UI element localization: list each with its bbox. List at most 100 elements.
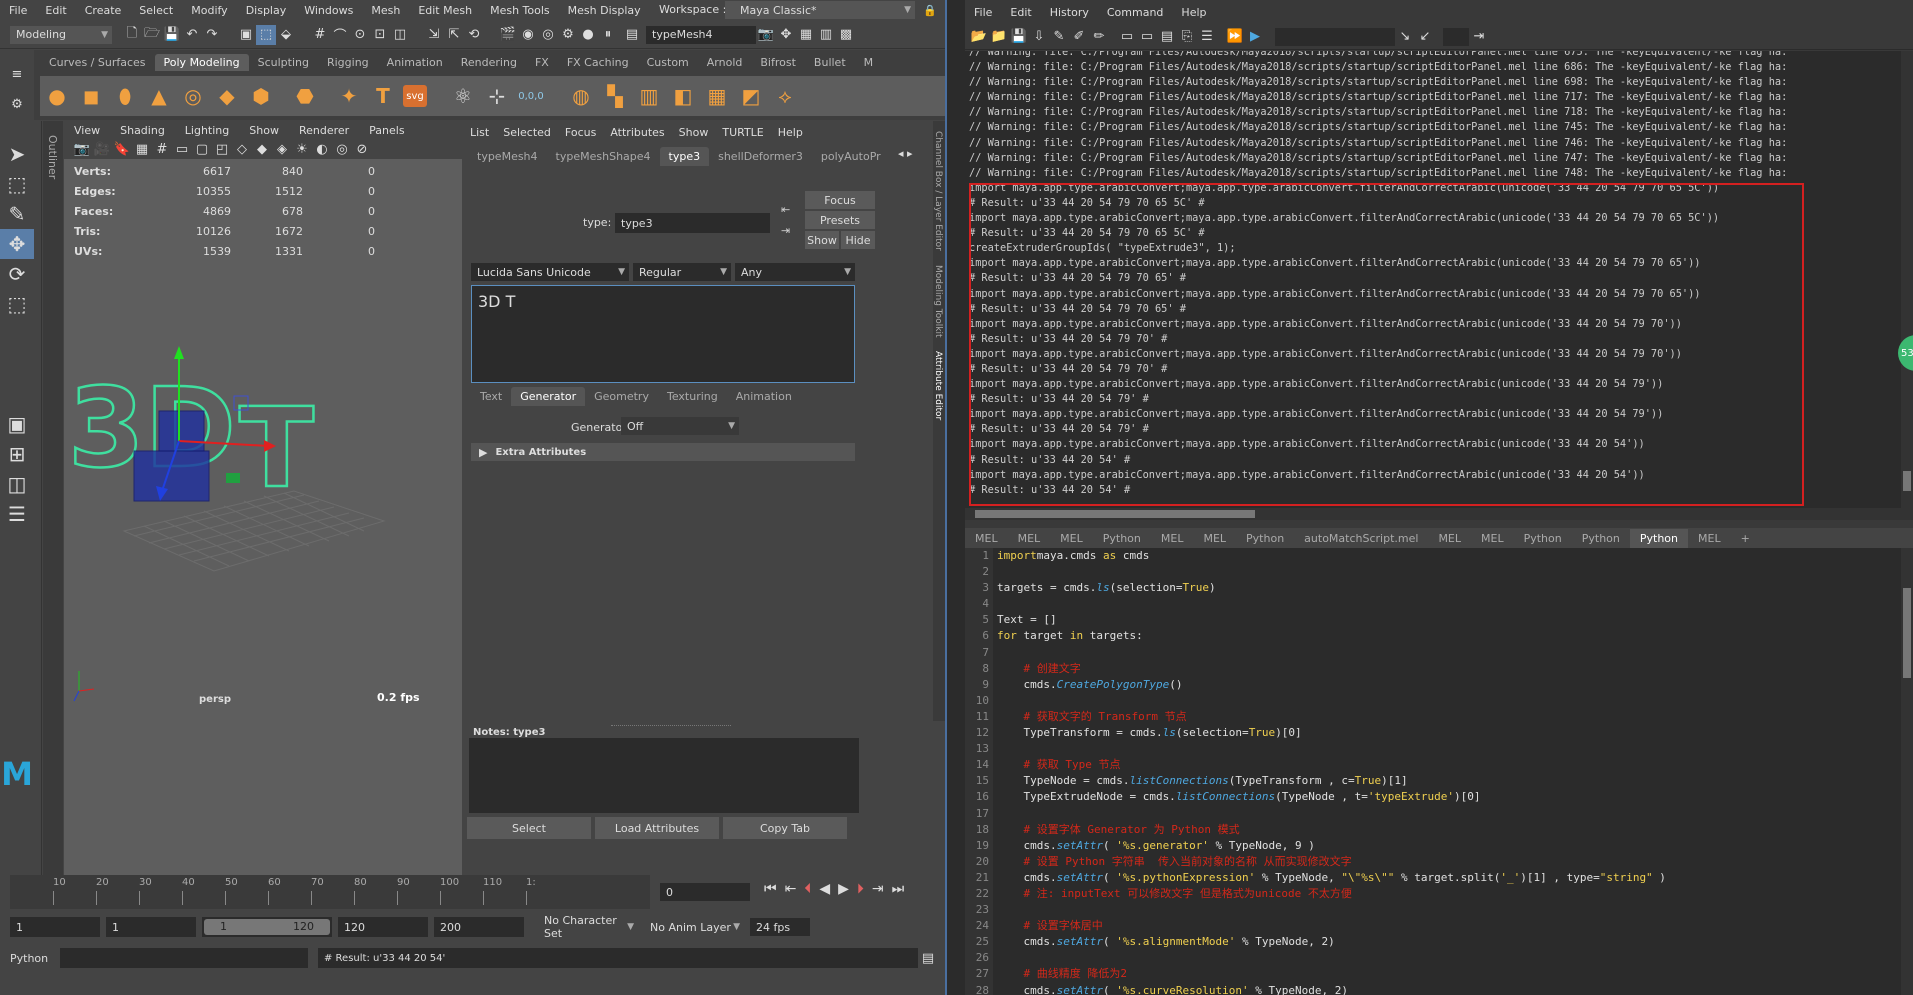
ae-tab-typeMesh4[interactable]: typeMesh4 xyxy=(468,147,547,166)
menu-mesh-tools[interactable]: Mesh Tools xyxy=(481,4,559,17)
editor-menu-file[interactable]: File xyxy=(965,6,1001,19)
platonic-icon[interactable]: ⬣ xyxy=(291,82,319,110)
isolate-icon[interactable]: ⊘ xyxy=(352,139,372,159)
script-tab[interactable]: Python xyxy=(1236,529,1294,548)
editor-menu-history[interactable]: History xyxy=(1041,6,1098,19)
menu-edit[interactable]: Edit xyxy=(36,4,75,17)
input-icon[interactable]: ⇲ xyxy=(424,25,444,45)
history-icon[interactable]: ⟲ xyxy=(464,25,484,45)
style-dropdown[interactable]: Regular ▼ xyxy=(633,263,731,281)
animation-start-field[interactable]: 1 xyxy=(10,917,100,937)
show-history-icon[interactable]: ▭ xyxy=(1117,27,1137,47)
clear-history-icon[interactable]: ✎ xyxy=(1049,27,1069,47)
menu-select[interactable]: Select xyxy=(130,4,182,17)
ae-menu-turtle[interactable]: TURTLE xyxy=(715,126,770,139)
safe-action-icon[interactable]: ◰ xyxy=(212,139,232,159)
save-scene-icon[interactable]: 💾 xyxy=(162,25,182,45)
transform-icon[interactable]: ✥ xyxy=(776,25,796,45)
ae-tab-shellDeformer3[interactable]: shellDeformer3 xyxy=(709,147,812,166)
ae-tab-type3[interactable]: type3 xyxy=(659,146,710,166)
menu-mesh[interactable]: Mesh xyxy=(362,4,409,17)
menu-windows[interactable]: Windows xyxy=(295,4,362,17)
load-attributes-button[interactable]: Load Attributes xyxy=(595,817,719,839)
extrude-icon[interactable]: ▚ xyxy=(601,82,629,110)
input-scroll-thumb[interactable] xyxy=(1903,588,1911,678)
presets-button[interactable]: Presets xyxy=(805,211,875,229)
go-output-icon[interactable]: ⇥ xyxy=(781,224,790,237)
channel-box-tab[interactable]: Channel Box / Layer Editor xyxy=(933,131,943,251)
xray-icon[interactable]: ◎ xyxy=(332,139,352,159)
combine-icon[interactable]: ⚛ xyxy=(449,82,477,110)
go-to-start-icon[interactable]: ⏮ xyxy=(760,881,781,897)
layout-icon[interactable]: ▥ xyxy=(816,25,836,45)
render-settings-icon[interactable]: ⚙ xyxy=(558,25,578,45)
sub-tab-text[interactable]: Text xyxy=(471,387,511,406)
range-bar[interactable]: 1 120 xyxy=(202,917,332,937)
ae-tab-typeMeshShape4[interactable]: typeMeshShape4 xyxy=(547,147,660,166)
step-forward-key-icon[interactable]: ⇥ xyxy=(868,881,888,897)
font-dropdown[interactable]: Lucida Sans Unicode ▼ xyxy=(471,263,629,281)
splitter[interactable] xyxy=(611,725,731,726)
script-tab[interactable]: MEL xyxy=(1050,529,1093,548)
history-scrollbar[interactable] xyxy=(1901,51,1913,508)
outliner-view-icon[interactable]: ☰ xyxy=(0,499,34,529)
search-field[interactable] xyxy=(1275,27,1395,46)
command-input[interactable] xyxy=(60,948,308,968)
manipulator-y-arrow[interactable] xyxy=(174,346,184,359)
two-view-icon[interactable]: ◫ xyxy=(0,469,34,499)
ae-menu-help[interactable]: Help xyxy=(771,126,810,139)
paint-select-icon[interactable]: ✎ xyxy=(0,199,34,229)
show-input-icon[interactable]: ▭ xyxy=(1137,27,1157,47)
shelf-tab-10[interactable]: Bifrost xyxy=(751,54,805,71)
save-script-icon[interactable]: 💾 xyxy=(1009,27,1029,47)
mode-dropdown[interactable]: Modeling ▼ xyxy=(10,25,112,44)
object-name-field[interactable]: typeMesh4 xyxy=(646,25,756,44)
shelf-tab-1[interactable]: Poly Modeling xyxy=(154,53,249,71)
resolution-gate-icon[interactable]: ▢ xyxy=(192,139,212,159)
redo-icon[interactable]: ↷ xyxy=(202,25,222,45)
hypershade-icon[interactable]: ● xyxy=(578,25,598,45)
sub-tab-generator[interactable]: Generator xyxy=(511,386,586,406)
line-numbers-icon[interactable]: ☰ xyxy=(1197,27,1217,47)
modeling-toolkit-tab[interactable]: Modeling Toolkit xyxy=(933,265,943,338)
menu-mesh-display[interactable]: Mesh Display xyxy=(559,4,650,17)
bookmark-icon[interactable]: 🔖 xyxy=(112,139,132,159)
open-scene-icon[interactable]: 🗁 xyxy=(142,25,162,45)
history-pane[interactable]: // Warning: file: C:/Program Files/Autod… xyxy=(965,51,1901,508)
ae-menu-selected[interactable]: Selected xyxy=(496,126,558,139)
echo-icon[interactable]: ⎘ xyxy=(1177,27,1197,47)
render-view-icon[interactable]: 🎬 xyxy=(498,25,518,45)
hide-button[interactable]: Hide xyxy=(841,231,875,249)
sub-tab-animation[interactable]: Animation xyxy=(727,387,801,406)
script-editor-icon[interactable]: ▤ xyxy=(918,948,938,968)
shelf-tab-9[interactable]: Arnold xyxy=(698,54,752,71)
type-text-input[interactable]: 3D T xyxy=(471,285,855,383)
script-tab[interactable]: Python xyxy=(1514,529,1572,548)
script-tab[interactable]: MEL xyxy=(1151,529,1194,548)
editor-menu-command[interactable]: Command xyxy=(1098,6,1173,19)
camera-icon[interactable]: 📷 xyxy=(756,25,776,45)
workspace-dropdown[interactable]: Maya Classic* ▼ xyxy=(725,1,915,19)
script-tab[interactable]: + xyxy=(1731,529,1760,548)
new-scene-icon[interactable]: 🗋 xyxy=(122,25,142,45)
menu-file[interactable]: File xyxy=(0,4,36,17)
goto-line-icon[interactable]: ⇥ xyxy=(1469,27,1489,47)
svg-icon[interactable]: svg xyxy=(403,85,427,107)
open-script-icon[interactable]: 📂 xyxy=(969,27,989,47)
editor-menu-help[interactable]: Help xyxy=(1172,6,1215,19)
show-button[interactable]: Show xyxy=(805,231,839,249)
snap-surface-icon[interactable]: ◫ xyxy=(390,25,410,45)
smooth-icon[interactable]: ◍ xyxy=(567,82,595,110)
shelf-tab-5[interactable]: Rendering xyxy=(452,54,526,71)
animation-end-field[interactable]: 200 xyxy=(434,917,524,937)
search-prev-icon[interactable]: ↙ xyxy=(1415,27,1435,47)
lock-icon[interactable]: 🔒 xyxy=(920,0,940,20)
select-hierarchy-icon[interactable]: ▣ xyxy=(236,25,256,45)
history-scroll-thumb[interactable] xyxy=(1903,471,1911,491)
script-tab[interactable]: Python xyxy=(1572,529,1630,548)
copy-tab-button[interactable]: Copy Tab xyxy=(723,817,847,839)
step-forward-frame-icon[interactable]: ⏵ xyxy=(853,881,868,897)
lasso-tool-icon[interactable]: ⬚ xyxy=(0,169,34,199)
smooth-shade-icon[interactable]: ◆ xyxy=(252,139,272,159)
history-hscroll-thumb[interactable] xyxy=(975,510,1255,518)
